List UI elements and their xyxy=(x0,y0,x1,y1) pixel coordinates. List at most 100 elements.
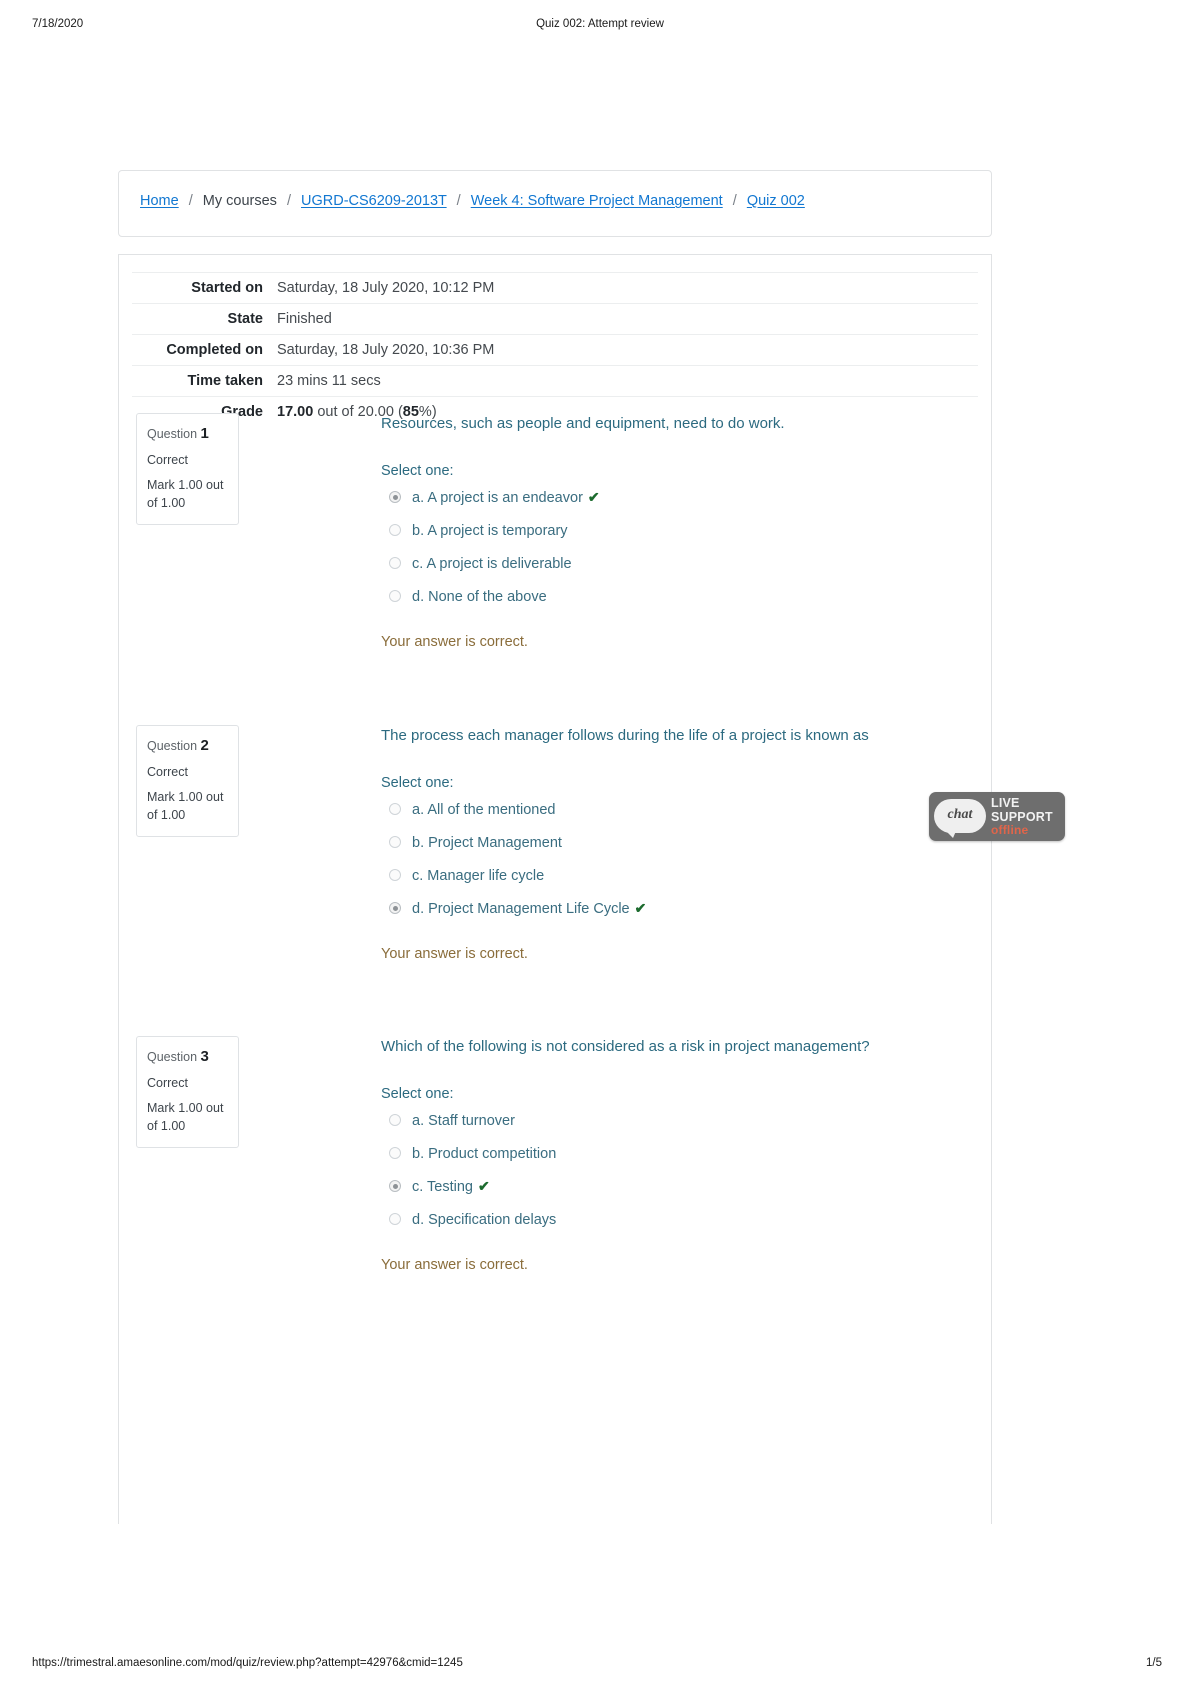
question-body: The process each manager follows during … xyxy=(381,725,981,962)
breadcrumb-card: Home / My courses / UGRD-CS6209-2013T / … xyxy=(118,170,992,237)
question-word: Question xyxy=(147,1050,198,1064)
answer-option[interactable]: d. None of the above xyxy=(381,588,981,606)
question-info-box: Question 2 Correct Mark 1.00 out of 1.00 xyxy=(136,725,239,837)
select-one-label: Select one: xyxy=(381,463,454,479)
select-one-label: Select one: xyxy=(381,775,454,791)
answer-list: a. All of the mentioned b. Project Manage… xyxy=(381,801,981,919)
breadcrumb-separator: / xyxy=(188,193,193,209)
radio-button-icon[interactable] xyxy=(389,557,401,570)
breadcrumb: Home / My courses / UGRD-CS6209-2013T / … xyxy=(140,193,805,209)
answer-option[interactable]: c. A project is deliverable xyxy=(381,555,981,573)
chat-widget-text: LIVE SUPPORT offline xyxy=(991,796,1065,837)
chat-support-label: SUPPORT xyxy=(991,809,1053,824)
summary-row: State Finished xyxy=(132,303,978,335)
correct-check-icon: ✔ xyxy=(587,489,600,505)
answer-option[interactable]: d. Specification delays xyxy=(381,1211,981,1229)
breadcrumb-link-section[interactable]: Week 4: Software Project Management xyxy=(471,193,723,209)
summary-value: Saturday, 18 July 2020, 10:12 PM xyxy=(277,280,495,296)
breadcrumb-separator: / xyxy=(286,193,291,209)
question-feedback: Your answer is correct. xyxy=(381,633,528,650)
correct-check-icon: ✔ xyxy=(478,1178,490,1195)
question-text: Which of the following is not considered… xyxy=(381,1038,870,1055)
answer-label: b. Product competition xyxy=(412,1146,557,1163)
question-state: Correct xyxy=(147,452,188,467)
summary-row: Started on Saturday, 18 July 2020, 10:12 … xyxy=(132,272,978,304)
answer-label: b. A project is temporary xyxy=(412,523,568,540)
correct-check-icon: ✔ xyxy=(634,900,647,917)
print-title: Quiz 002: Attempt review xyxy=(536,18,664,30)
live-support-chat-widget[interactable]: chat LIVE SUPPORT offline xyxy=(929,792,1065,841)
grade-score: 17.00 xyxy=(277,404,314,420)
summary-value: Finished xyxy=(277,311,332,327)
chat-live-label: LIVE xyxy=(991,796,1020,810)
answer-label: c. Manager life cycle xyxy=(412,868,545,885)
chat-status-label: offline xyxy=(991,823,1029,837)
breadcrumb-link-home[interactable]: Home xyxy=(140,193,179,209)
summary-row: Time taken 23 mins 11 secs xyxy=(132,365,978,397)
summary-label: Started on xyxy=(191,280,263,296)
question-mark: Mark 1.00 out of 1.00 xyxy=(147,477,224,510)
radio-button-icon[interactable] xyxy=(389,902,401,915)
select-one-label: Select one: xyxy=(381,1086,454,1102)
answer-label: a. Staff turnover xyxy=(412,1113,515,1129)
answer-label: d. Project Management Life Cycle xyxy=(412,901,630,918)
answer-option[interactable]: c. Testing ✔ xyxy=(381,1178,981,1196)
answer-label: d. Specification delays xyxy=(412,1212,557,1229)
answer-option[interactable]: b. A project is temporary xyxy=(381,522,981,540)
print-pagination: 1/5 xyxy=(1146,1657,1162,1669)
question-state: Correct xyxy=(147,764,188,779)
answer-list: a. A project is an endeavor ✔ b. A project… xyxy=(381,489,981,607)
radio-button-icon[interactable] xyxy=(389,803,401,815)
question-index: 3 xyxy=(200,1048,209,1065)
chat-bubble-label: chat xyxy=(947,807,973,822)
answer-option[interactable]: c. Manager life cycle xyxy=(381,867,981,885)
print-footer: https://trimestral.amaesonline.com/mod/q… xyxy=(0,1657,1200,1673)
answer-option[interactable]: b. Product competition xyxy=(381,1145,981,1163)
radio-button-icon[interactable] xyxy=(389,524,401,537)
summary-label: Time taken xyxy=(187,373,264,389)
summary-label: State xyxy=(227,311,263,327)
radio-button-icon[interactable] xyxy=(389,590,401,603)
print-source-url: https://trimestral.amaesonline.com/mod/q… xyxy=(32,1657,463,1669)
radio-button-icon[interactable] xyxy=(389,869,401,882)
breadcrumb-link-activity[interactable]: Quiz 002 xyxy=(747,193,805,209)
answer-option[interactable]: a. Staff turnover xyxy=(381,1112,981,1130)
breadcrumb-separator: / xyxy=(732,193,737,209)
answer-option[interactable]: d. Project Management Life Cycle ✔ xyxy=(381,900,981,918)
question-body: Which of the following is not considered… xyxy=(381,1036,981,1273)
question-number: Question 3 xyxy=(147,1048,228,1067)
answer-label: c. Testing xyxy=(412,1179,473,1196)
question-feedback: Your answer is correct. xyxy=(381,1256,528,1273)
question-info-box: Question 1 Correct Mark 1.00 out of 1.00 xyxy=(136,413,239,525)
breadcrumb-link-course[interactable]: UGRD-CS6209-2013T xyxy=(301,193,447,209)
radio-button-icon[interactable] xyxy=(389,1114,401,1126)
radio-button-icon[interactable] xyxy=(389,1213,401,1226)
attempt-summary-table: Started on Saturday, 18 July 2020, 10:12 … xyxy=(132,272,978,427)
answer-option[interactable]: a. All of the mentioned xyxy=(381,801,981,819)
radio-button-icon[interactable] xyxy=(389,491,401,503)
question-state: Correct xyxy=(147,1075,188,1090)
answer-label: d. None of the above xyxy=(412,589,547,606)
quiz-review-page: 7/18/2020 Quiz 002: Attempt review Home … xyxy=(0,0,1200,1697)
radio-button-icon[interactable] xyxy=(389,1147,401,1160)
question-word: Question xyxy=(147,739,198,753)
question-info-box: Question 3 Correct Mark 1.00 out of 1.00 xyxy=(136,1036,239,1148)
breadcrumb-my-courses: My courses xyxy=(202,193,277,209)
attempt-review-card: Started on Saturday, 18 July 2020, 10:12 … xyxy=(118,254,992,1524)
question-mark: Mark 1.00 out of 1.00 xyxy=(147,789,224,822)
answer-label: c. A project is deliverable xyxy=(412,556,572,573)
radio-button-icon[interactable] xyxy=(389,1180,401,1193)
question-word: Question xyxy=(147,427,198,441)
answer-label: a. All of the mentioned xyxy=(412,802,556,818)
answer-option[interactable]: b. Project Management xyxy=(381,834,981,852)
summary-label: Completed on xyxy=(166,342,263,358)
answer-label: a. A project is an endeavor xyxy=(412,490,583,506)
breadcrumb-separator: / xyxy=(456,193,461,209)
question-index: 2 xyxy=(200,737,209,754)
radio-button-icon[interactable] xyxy=(389,836,401,849)
answer-option[interactable]: a. A project is an endeavor ✔ xyxy=(381,489,981,507)
question-text: The process each manager follows during … xyxy=(381,727,869,744)
question-text: Resources, such as people and equipment,… xyxy=(381,415,785,432)
print-header: 7/18/2020 Quiz 002: Attempt review xyxy=(0,18,1200,34)
question-mark: Mark 1.00 out of 1.00 xyxy=(147,1100,224,1133)
